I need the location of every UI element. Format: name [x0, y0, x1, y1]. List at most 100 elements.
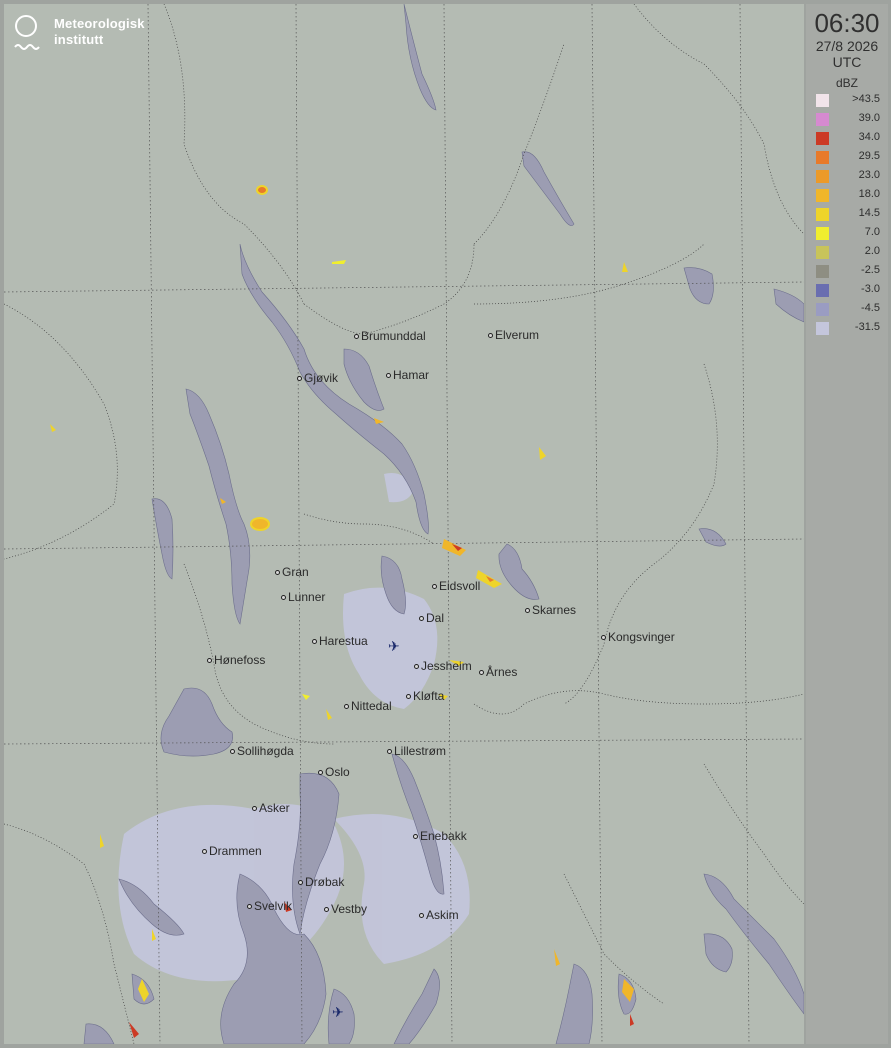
legend-label: 29.5	[858, 150, 880, 162]
legend-row: -2.5	[814, 263, 886, 279]
legend-swatch	[816, 113, 829, 126]
legend-label: 18.0	[858, 188, 880, 200]
city-label: Kongsvinger	[608, 630, 675, 644]
city-label: Lunner	[288, 590, 326, 604]
timestamp-date: 27/8 2026	[815, 38, 879, 54]
city-asker[interactable]: Asker	[252, 801, 290, 815]
city-drobak[interactable]: Drøbak	[298, 875, 344, 889]
city-honefoss[interactable]: Hønefoss	[207, 653, 265, 667]
legend-label: 23.0	[858, 169, 880, 181]
city-dot	[281, 595, 286, 601]
legend-swatch	[816, 189, 829, 202]
city-oslo[interactable]: Oslo	[318, 765, 350, 779]
legend-row: 7.0	[814, 225, 886, 241]
city-dot	[413, 834, 418, 840]
city-elverum[interactable]: Elverum	[488, 328, 539, 342]
city-dot	[202, 849, 207, 855]
legend-row: -31.5	[814, 320, 886, 336]
timestamp-time: 06:30	[814, 8, 880, 38]
radar-map[interactable]: ✈ ✈ Brumunddal Elverum Gjøvik Hamar Gran…	[4, 4, 804, 1044]
timestamp-zone: UTC	[832, 54, 862, 70]
city-label: Skarnes	[532, 603, 577, 617]
city-label: Oslo	[325, 765, 350, 779]
legend-unit: dBZ	[835, 76, 858, 90]
city-dot	[432, 584, 437, 590]
city-arnes[interactable]: Årnes	[479, 665, 517, 679]
legend-swatch	[816, 208, 829, 221]
city-vestby[interactable]: Vestby	[324, 902, 367, 916]
city-klofta[interactable]: Kløfta	[406, 689, 444, 703]
met-logo[interactable]: Meteorologisk institutt	[14, 14, 164, 58]
city-dot	[344, 704, 349, 710]
city-dal[interactable]: Dal	[419, 611, 444, 625]
city-eidsvoll[interactable]: Eidsvoll	[432, 579, 480, 593]
city-label: Kløfta	[413, 689, 445, 703]
map-base	[4, 4, 804, 1044]
legend-swatch	[816, 94, 829, 107]
city-label: Dal	[426, 611, 445, 625]
city-dot	[419, 616, 424, 622]
city-dot	[207, 658, 212, 664]
city-dot	[479, 670, 484, 676]
city-label: Harestua	[319, 634, 368, 648]
city-dot	[324, 907, 329, 913]
city-hamar[interactable]: Hamar	[386, 368, 429, 382]
legend-label: 14.5	[858, 207, 880, 219]
legend-label: -31.5	[854, 321, 880, 333]
city-dot	[414, 664, 419, 670]
city-jessheim[interactable]: Jessheim	[414, 659, 472, 673]
city-harestua[interactable]: Harestua	[312, 634, 368, 648]
legend-swatch	[816, 170, 829, 183]
city-svelvik[interactable]: Svelvik	[247, 899, 292, 913]
city-label: Gran	[282, 565, 309, 579]
legend-row: >43.5	[814, 92, 886, 108]
city-label: Askim	[426, 908, 459, 922]
city-dot	[601, 635, 606, 641]
city-gjovik[interactable]: Gjøvik	[297, 371, 338, 385]
legend-row: -4.5	[814, 301, 886, 317]
airplane-icon: ✈	[388, 638, 400, 654]
legend-row: 14.5	[814, 206, 886, 222]
city-askim[interactable]: Askim	[419, 908, 459, 922]
city-label: Brumunddal	[361, 329, 426, 343]
met-logo-text: Meteorologisk institutt	[54, 16, 145, 48]
city-dot	[275, 570, 280, 576]
radar-frame: ✈ ✈ Brumunddal Elverum Gjøvik Hamar Gran…	[0, 0, 891, 1048]
city-dot	[312, 639, 317, 645]
city-nittedal[interactable]: Nittedal	[344, 699, 392, 713]
legend-swatch	[816, 227, 829, 240]
legend-row: -3.0	[814, 282, 886, 298]
legend-swatch	[816, 151, 829, 164]
city-dot	[297, 376, 302, 382]
city-dot	[387, 749, 392, 755]
city-brumunddal[interactable]: Brumunddal	[354, 329, 426, 343]
city-enebakk[interactable]: Enebakk	[413, 829, 467, 843]
legend-swatch	[816, 132, 829, 145]
city-dot	[230, 749, 235, 755]
city-label: Årnes	[486, 665, 518, 679]
city-dot	[419, 913, 424, 919]
legend-row: 2.0	[814, 244, 886, 260]
city-label: Lillestrøm	[394, 744, 447, 758]
city-label: Asker	[259, 801, 290, 815]
city-label: Sollihøgda	[237, 744, 294, 758]
legend-swatch	[816, 246, 829, 259]
legend-swatch	[816, 303, 829, 316]
city-drammen[interactable]: Drammen	[202, 844, 262, 858]
city-sollihogda[interactable]: Sollihøgda	[230, 744, 294, 758]
city-gran[interactable]: Gran	[275, 565, 309, 579]
city-label: Svelvik	[254, 899, 293, 913]
city-lunner[interactable]: Lunner	[281, 590, 325, 604]
legend-row: 34.0	[814, 130, 886, 146]
city-kongsvinger[interactable]: Kongsvinger	[601, 630, 675, 644]
city-dot	[406, 694, 411, 700]
city-skarnes[interactable]: Skarnes	[525, 603, 576, 617]
city-lillestrom[interactable]: Lillestrøm	[387, 744, 446, 758]
city-dot	[298, 880, 303, 886]
city-label: Jessheim	[421, 659, 472, 673]
city-dot	[252, 806, 257, 812]
legend-row: 23.0	[814, 168, 886, 184]
legend-label: 7.0	[864, 226, 880, 238]
side-panel: 06:30 27/8 2026 UTC dBZ >43.5 39.0 34.0 29.…	[806, 4, 888, 1044]
city-dot	[488, 333, 493, 339]
